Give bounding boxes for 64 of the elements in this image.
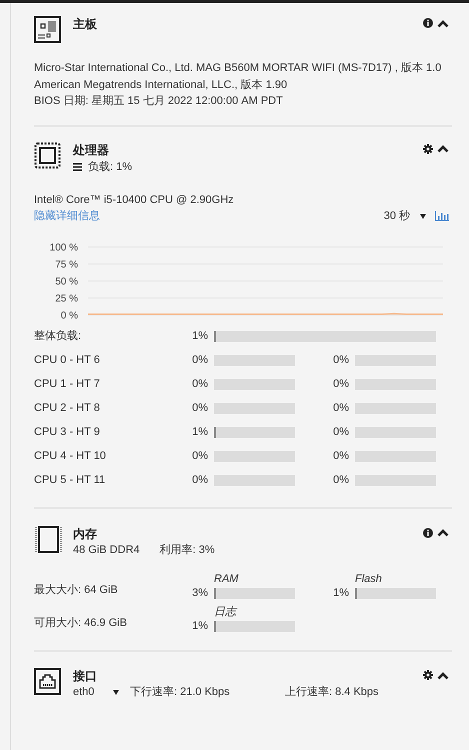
cpu-load-text: 负载: 1% <box>88 160 132 174</box>
cpu-model-text: Intel® Core™ i5-10400 CPU @ 2.90GHz <box>34 193 235 208</box>
section-title: 接口 <box>73 668 98 684</box>
info-icon[interactable] <box>423 18 433 28</box>
bar-chart-icon[interactable] <box>435 211 449 222</box>
core-label: CPU 3 - HT 9 <box>34 425 101 440</box>
board-info-line: American Megatrends International, LLC., 版本 1.90 <box>34 78 288 92</box>
memory-stat-label: 可用大小: 46.9 GiB <box>34 616 128 630</box>
y-axis-label: 50 % <box>55 276 78 287</box>
download-rate-text: 下行速率: 21.0 Kbps <box>130 684 231 700</box>
meter-percent: 1% <box>191 620 208 632</box>
load-percent: 0% <box>332 401 349 416</box>
section-title: 处理器 <box>73 142 110 158</box>
interface-select[interactable]: eth0 <box>73 684 113 700</box>
collapse-icon[interactable] <box>437 528 449 537</box>
meter-percent: 1% <box>332 587 349 599</box>
meter-name: RAM <box>214 572 240 586</box>
collapse-icon[interactable] <box>437 18 449 28</box>
load-percent: 1% <box>191 329 208 344</box>
memory-stat-label: 最大大小: 64 GiB <box>34 582 119 598</box>
board-info-line: BIOS 日期: 星期五 15 七月 2022 12:00:00 AM PDT <box>34 94 284 109</box>
core-label: CPU 4 - HT 10 <box>34 449 107 464</box>
meter-name: 日志 <box>214 605 238 619</box>
load-percent: 0% <box>332 353 349 368</box>
meter-percent: 3% <box>191 587 208 599</box>
collapse-icon[interactable] <box>437 670 449 680</box>
ethernet-port-icon <box>34 668 61 695</box>
load-percent: 0% <box>191 353 208 368</box>
interval-select[interactable]: 30 秒 <box>384 208 410 224</box>
y-axis-label: 75 % <box>55 259 78 270</box>
motherboard-icon <box>34 16 61 43</box>
upload-rate-text: 上行速率: 8.4 Kbps <box>285 684 379 700</box>
memory-chip-icon <box>34 526 63 552</box>
load-percent: 0% <box>191 473 208 488</box>
section-title: 主板 <box>73 16 98 32</box>
core-label: CPU 1 - HT 7 <box>34 377 101 392</box>
load-percent: 1% <box>191 425 208 440</box>
load-percent: 0% <box>332 449 349 464</box>
caret-icon[interactable] <box>113 690 119 695</box>
load-percent: 0% <box>332 425 349 440</box>
memory-usage-text: 利用率: 3% <box>160 542 215 558</box>
core-label: CPU 2 - HT 8 <box>34 401 101 416</box>
core-label: CPU 0 - HT 6 <box>34 353 101 368</box>
load-percent: 0% <box>332 377 349 392</box>
load-percent: 0% <box>191 449 208 464</box>
settings-icon[interactable] <box>423 670 433 680</box>
collapse-icon[interactable] <box>437 144 449 153</box>
y-axis-label: 100 % <box>50 242 78 253</box>
overall-load-label: 整体负载: <box>34 329 82 344</box>
info-icon[interactable] <box>423 528 433 538</box>
board-info-line: Micro-Star International Co., Ltd. MAG B560M MORTAR WIFI (MS-7D17) , 版本 1.0 <box>34 61 442 76</box>
cpu-chip-icon <box>34 142 61 168</box>
caret-icon[interactable] <box>420 214 426 219</box>
load-percent: 0% <box>191 377 208 392</box>
section-title: 内存 <box>73 526 98 542</box>
memory-size-text: 48 GiB DDR4 <box>73 542 140 558</box>
menu-icon[interactable] <box>73 162 82 171</box>
load-percent: 0% <box>191 401 208 416</box>
meter-name: Flash <box>355 572 383 586</box>
settings-icon[interactable] <box>423 144 433 154</box>
load-percent: 0% <box>332 473 349 488</box>
y-axis-label: 25 % <box>55 293 78 304</box>
core-label: CPU 5 - HT 11 <box>34 473 106 488</box>
y-axis-label: 0 % <box>60 310 78 321</box>
